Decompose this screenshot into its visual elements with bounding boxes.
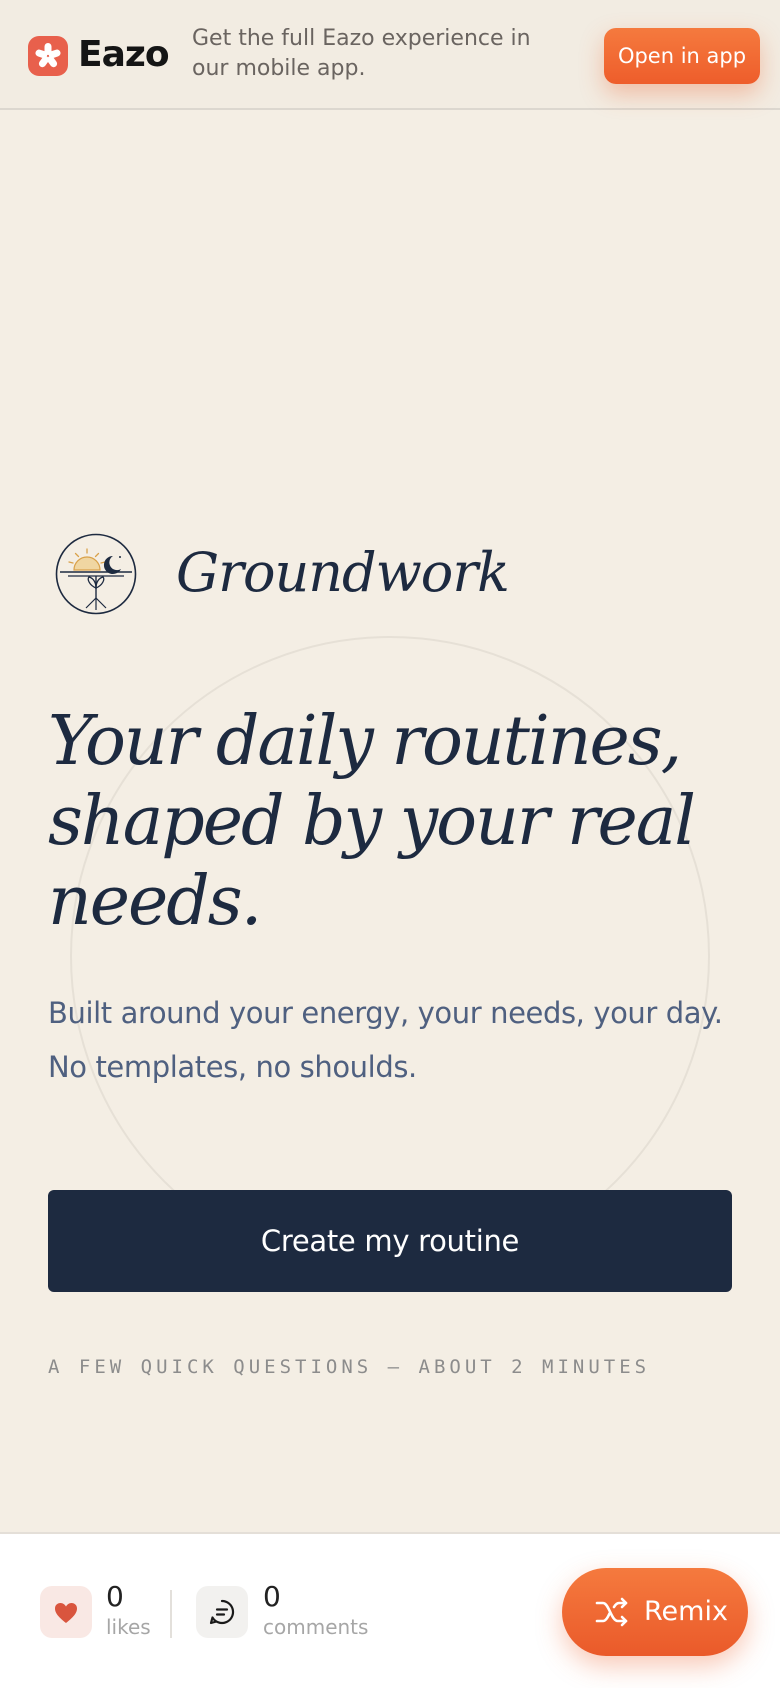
sunrise-moon-sprout-icon [54,532,138,616]
create-routine-button[interactable]: Create my routine [48,1190,732,1292]
shuffle-icon [594,1594,630,1630]
asterisk-logo-icon [28,36,68,76]
page-subtext: Built around your energy, your needs, yo… [48,996,723,1084]
comments-count: 0 [263,1580,281,1613]
engagement-bar: 0 likes 0 comments Remix [0,1532,780,1688]
brand-wordmark: Groundwork [176,541,510,604]
comments-label: comments [263,1615,369,1639]
page-headline: Your daily routines, shaped by your real… [48,702,696,941]
banner-message: Get the full Eazo experience in our mobi… [192,26,531,81]
like-button[interactable] [40,1586,92,1638]
open-in-app-button[interactable]: Open in app [604,28,760,84]
brand-name: Eazo [78,34,170,75]
likes-count: 0 [106,1580,124,1613]
remix-button[interactable]: Remix [562,1568,748,1656]
likes-label: likes [106,1615,151,1639]
duration-note: A FEW QUICK QUESTIONS — ABOUT 2 MINUTES [48,1356,651,1378]
remix-label: Remix [644,1596,728,1627]
divider [170,1590,172,1638]
app-promo-banner: Eazo Get the full Eazo experience in our… [0,0,780,110]
comment-button[interactable] [196,1586,248,1638]
